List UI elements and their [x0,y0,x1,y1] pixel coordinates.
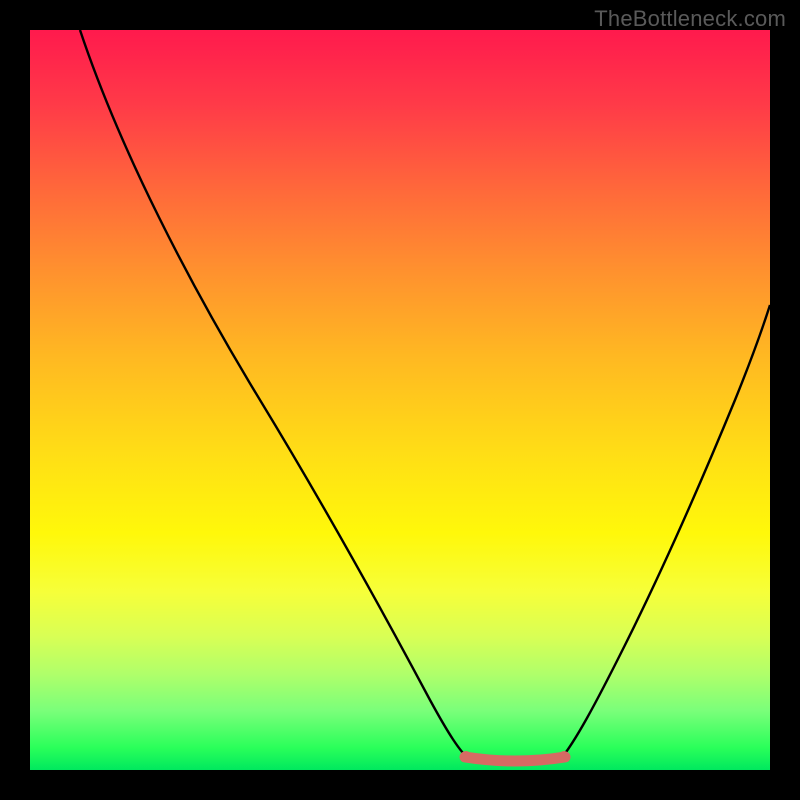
watermark-text: TheBottleneck.com [594,6,786,32]
chart-frame: TheBottleneck.com [0,0,800,800]
valley-band [465,757,565,761]
plot-area [30,30,770,770]
curve-right-branch [560,305,770,760]
curve-left-branch [80,30,470,760]
curve-layer [30,30,770,770]
valley-band-end-right [559,751,569,761]
valley-band-end-left [461,751,471,761]
